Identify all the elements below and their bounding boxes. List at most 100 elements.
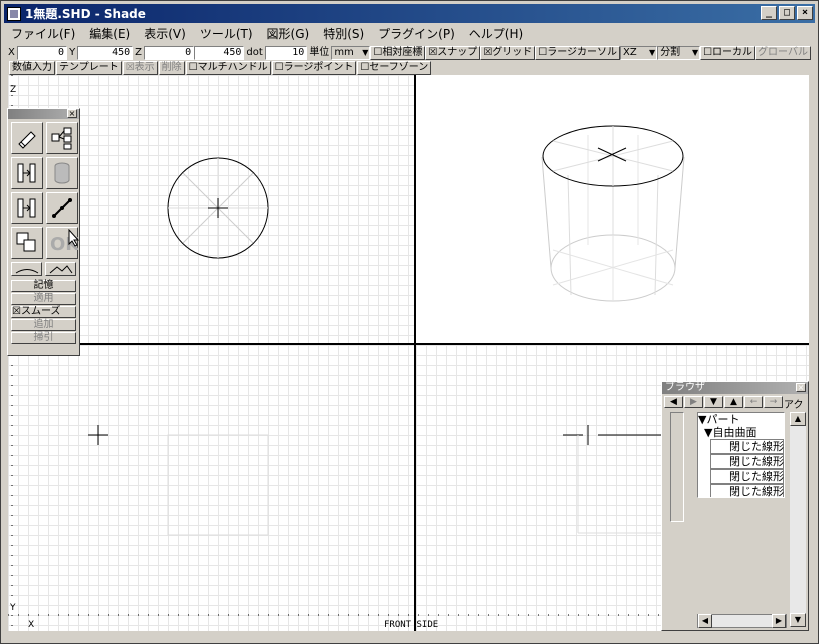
add-button[interactable]: 追加	[11, 319, 76, 331]
tree-item-closed-line-1[interactable]: 閉じた線形	[710, 439, 784, 454]
cylinder-tool-button[interactable]	[46, 157, 78, 189]
scroll-left-icon[interactable]: ◀	[698, 614, 712, 628]
menu-view[interactable]: 表示(V)	[137, 25, 193, 42]
numeric-input-button[interactable]: 数値入力	[9, 61, 55, 75]
menu-plugin[interactable]: プラグイン(P)	[371, 25, 462, 42]
large-point-checkbox[interactable]: ☐ラージポイント	[271, 61, 357, 75]
pencil-icon	[18, 131, 36, 149]
vertical-splitter[interactable]	[414, 75, 416, 631]
boolean-tool-button[interactable]	[11, 227, 43, 259]
menu-bar: ファイル(F) 編集(E) 表示(V) ツール(T) 図形(G) 特別(S) プ…	[4, 24, 530, 42]
curve-low-button[interactable]	[11, 262, 42, 276]
local-checkbox[interactable]: ☐ローカル	[700, 45, 756, 60]
y-axis-label: Y	[10, 603, 16, 613]
relative-checkbox[interactable]: ☐相対座標	[370, 45, 426, 60]
nav-down-icon[interactable]: ▼	[704, 396, 723, 408]
template-button[interactable]: テンプレート	[56, 61, 122, 75]
browser-tree: ▼パート ▼自由曲面 閉じた線形 閉じた線形 閉じた線形 閉じた線形	[697, 412, 785, 498]
z-field[interactable]: 0	[144, 45, 195, 60]
tree-item-closed-line-4[interactable]: 閉じた線形	[710, 484, 784, 497]
z-label: Z	[135, 46, 142, 58]
global-button[interactable]: グローバル	[755, 45, 811, 60]
nav-up-icon[interactable]: ▲	[724, 396, 743, 408]
y-label: Y	[69, 46, 76, 58]
tree-item-closed-line-3[interactable]: 閉じた線形	[710, 469, 784, 484]
unit-field[interactable]: 10	[264, 45, 308, 60]
coordinate-bar: X 0 Y 450 Z 0 450 dot 10 単位 mm ☐相対座標 ☒スナ…	[6, 45, 811, 60]
palette-title-bar[interactable]: ×	[8, 109, 79, 119]
scroll-down-icon[interactable]: ▼	[790, 613, 806, 627]
scroll-up-icon[interactable]: ▲	[790, 412, 806, 426]
horizontal-splitter[interactable]	[8, 343, 809, 345]
menu-tools[interactable]: ツール(T)	[193, 25, 260, 42]
delete-button[interactable]: 削除	[158, 61, 185, 75]
x-label: X	[8, 46, 15, 58]
apply-button[interactable]: 適用	[11, 293, 76, 305]
front-view-shape	[88, 425, 269, 536]
tree-item-freeform[interactable]: ▼自由曲面	[698, 426, 784, 439]
hierarchy-tool-button[interactable]	[46, 122, 78, 154]
grid-checkbox[interactable]: ☒グリッド	[480, 45, 536, 60]
nav-right-icon[interactable]: ▶	[684, 396, 703, 408]
line-tool-button[interactable]	[46, 192, 78, 224]
browser-extra-label: アク	[784, 400, 804, 411]
smooth-checkbox[interactable]: ☒スムーズ	[11, 306, 76, 318]
browser-title-bar[interactable]: ブラウザ ×	[662, 382, 808, 394]
menu-edit[interactable]: 編集(E)	[82, 25, 137, 42]
x-field[interactable]: 0	[16, 45, 68, 60]
line-icon	[52, 198, 72, 218]
scroll-right-icon[interactable]: ▶	[772, 614, 786, 628]
minimize-button[interactable]: _	[761, 6, 777, 20]
revolve-icon	[17, 198, 36, 218]
tree-item-part[interactable]: ▼パート	[698, 413, 784, 426]
menu-shape[interactable]: 図形(G)	[260, 25, 317, 42]
app-icon	[7, 6, 21, 21]
multi-handle-checkbox[interactable]: ☐マルチハンドル	[185, 61, 271, 75]
extrude-icon	[17, 163, 36, 183]
title-bar: 1無題.SHD - Shade _ □ ×	[4, 4, 815, 23]
y-field[interactable]: 450	[77, 45, 134, 60]
curve-high-icon	[49, 265, 73, 274]
menu-help[interactable]: ヘルプ(H)	[462, 25, 530, 42]
x-axis-label: X	[28, 620, 35, 630]
palette-close-icon[interactable]: ×	[67, 109, 77, 118]
plane-select[interactable]: XZ	[620, 45, 658, 60]
snap-checkbox[interactable]: ☒スナップ	[425, 45, 481, 60]
perspective-cylinder	[541, 125, 685, 302]
unit-label: 単位	[309, 46, 330, 58]
close-button[interactable]: ×	[797, 6, 813, 20]
browser-title: ブラウザ	[665, 382, 705, 393]
nav-forward-icon[interactable]: →	[764, 396, 783, 408]
pencil-tool-button[interactable]	[11, 122, 43, 154]
browser-vertical-scrollbar[interactable]: ▲ ▼	[790, 412, 806, 627]
memory-button[interactable]: 記憶	[11, 280, 76, 292]
revolve-tool-button[interactable]	[11, 192, 43, 224]
top-view-circle	[167, 157, 269, 259]
maximize-button[interactable]: □	[779, 6, 795, 20]
large-cursor-checkbox[interactable]: ☐ラージカーソル	[535, 45, 621, 60]
sweep-button[interactable]: 掃引	[11, 332, 76, 344]
shade-window: 1無題.SHD - Shade _ □ × ファイル(F) 編集(E) 表示(V…	[0, 0, 819, 644]
side-view-shape	[563, 425, 668, 534]
browser-close-icon[interactable]: ×	[796, 383, 806, 392]
browser-panel: ブラウザ × ◀ ▶ ▼ ▲ ← → アク ▼パート ▼自由曲面 閉じた線形 閉…	[661, 381, 809, 631]
split-select[interactable]: 分割	[657, 45, 701, 60]
nav-left-icon[interactable]: ◀	[664, 396, 683, 408]
browser-horizontal-scrollbar[interactable]: ◀ ▶	[697, 614, 787, 628]
menu-file[interactable]: ファイル(F)	[4, 25, 82, 42]
dot-field[interactable]: 450	[194, 45, 245, 60]
boolean-icon	[16, 232, 36, 252]
browser-depth-slider[interactable]	[670, 412, 684, 522]
safe-zone-checkbox[interactable]: ☐セーフゾーン	[357, 61, 432, 75]
nav-back-icon[interactable]: ←	[744, 396, 763, 408]
menu-special[interactable]: 特別(S)	[316, 25, 371, 42]
view-name-label: FRONT SIDE	[384, 620, 439, 630]
tree-item-closed-line-2[interactable]: 閉じた線形	[710, 454, 784, 469]
unit-select[interactable]: mm	[331, 45, 371, 60]
extrude-tool-button[interactable]	[11, 157, 43, 189]
curve-low-icon	[15, 269, 39, 274]
show-checkbox[interactable]: ☒表示	[122, 61, 158, 75]
curve-high-button[interactable]	[45, 262, 76, 276]
mouse-cursor-icon	[68, 229, 80, 247]
secondary-toolbar: 数値入力 テンプレート ☒表示 削除 ☐マルチハンドル ☐ラージポイント ☐セー…	[9, 61, 432, 75]
